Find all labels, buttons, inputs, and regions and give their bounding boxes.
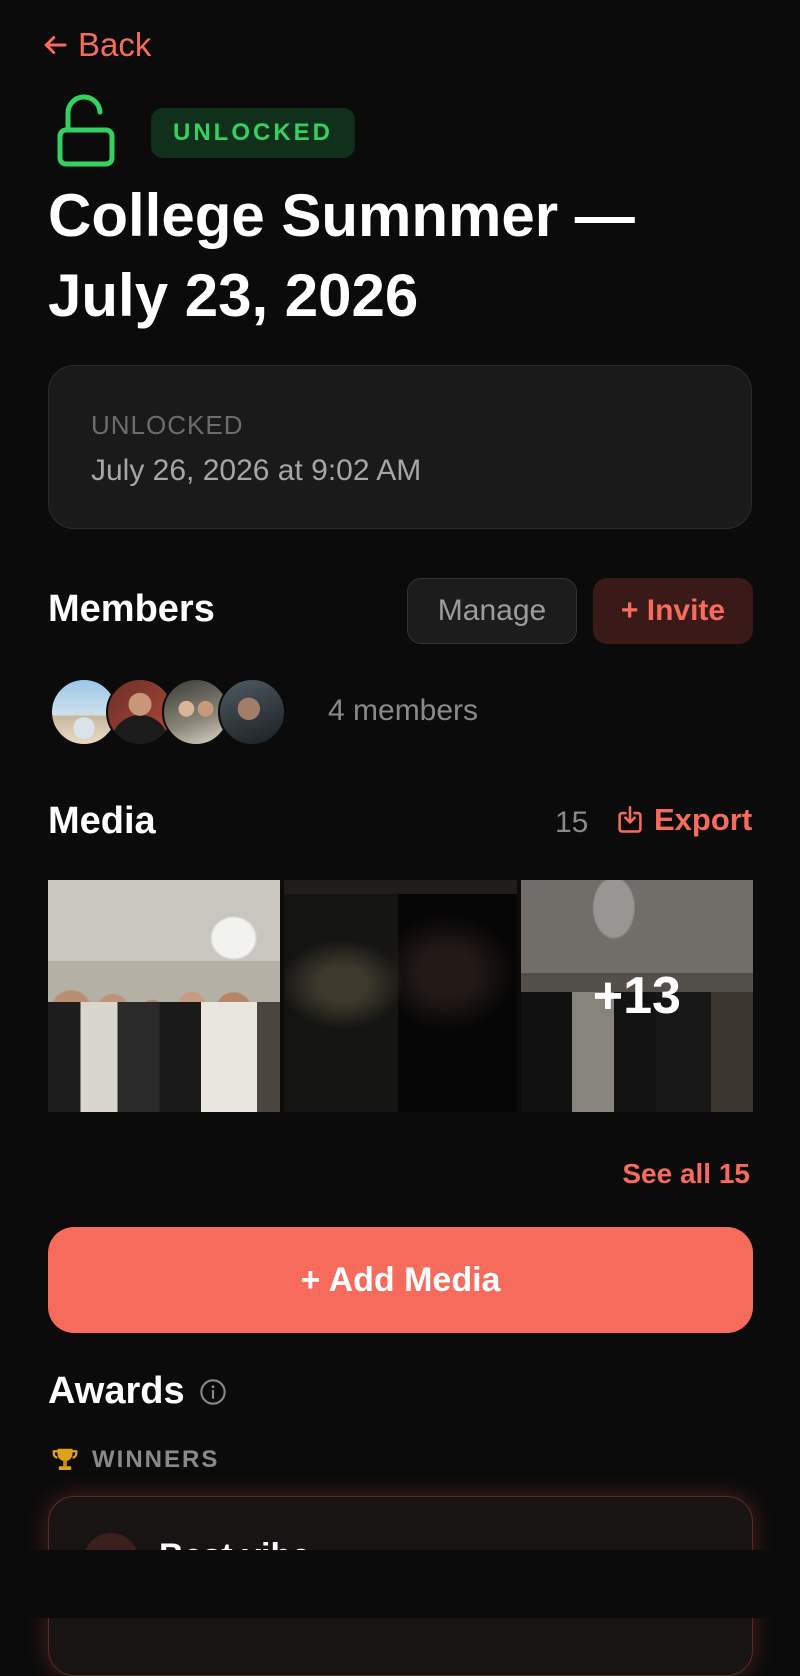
- unlock-info-label: UNLOCKED: [91, 410, 244, 440]
- more-media-overlay: +13: [520, 880, 753, 1112]
- unlock-info-card: UNLOCKED July 26, 2026 at 9:02 AM: [48, 365, 752, 529]
- status-badge: UNLOCKED: [151, 108, 355, 158]
- members-heading: Members: [48, 588, 215, 630]
- media-thumbnail[interactable]: +13: [520, 880, 753, 1112]
- add-media-button[interactable]: + Add Media: [48, 1227, 753, 1333]
- page-title: College Sumnmer — July 23, 2026: [48, 182, 635, 329]
- back-label: Back: [78, 26, 152, 63]
- media-heading: Media: [48, 800, 156, 842]
- unlock-info-value: July 26, 2026 at 9:02 AM: [91, 454, 422, 487]
- winners-label: WINNERS: [92, 1446, 220, 1473]
- media-grid: +13: [48, 880, 753, 1112]
- see-all-link[interactable]: See all 15: [622, 1158, 750, 1190]
- media-count: 15: [555, 806, 589, 839]
- invite-button[interactable]: + Invite: [593, 578, 753, 644]
- export-label: Export: [654, 802, 753, 837]
- media-thumbnail[interactable]: [48, 880, 281, 1112]
- members-count: 4 members: [328, 694, 479, 727]
- info-icon[interactable]: [199, 1378, 227, 1406]
- awards-heading: Awards: [48, 1370, 185, 1412]
- bottom-safe-area: [0, 1550, 800, 1618]
- awards-header: Awards: [48, 1370, 227, 1413]
- media-thumbnail[interactable]: [284, 880, 517, 1112]
- winners-label-row: WINNERS: [50, 1445, 219, 1475]
- download-icon: [618, 806, 642, 833]
- manage-button[interactable]: Manage: [407, 578, 577, 644]
- arrow-left-icon: [44, 36, 67, 54]
- unlocked-lock-icon: [57, 94, 115, 167]
- member-avatars[interactable]: [50, 678, 290, 748]
- export-button[interactable]: Export: [616, 802, 752, 838]
- trophy-icon: [52, 1448, 78, 1470]
- avatar: [218, 678, 286, 746]
- back-button[interactable]: Back: [40, 26, 151, 64]
